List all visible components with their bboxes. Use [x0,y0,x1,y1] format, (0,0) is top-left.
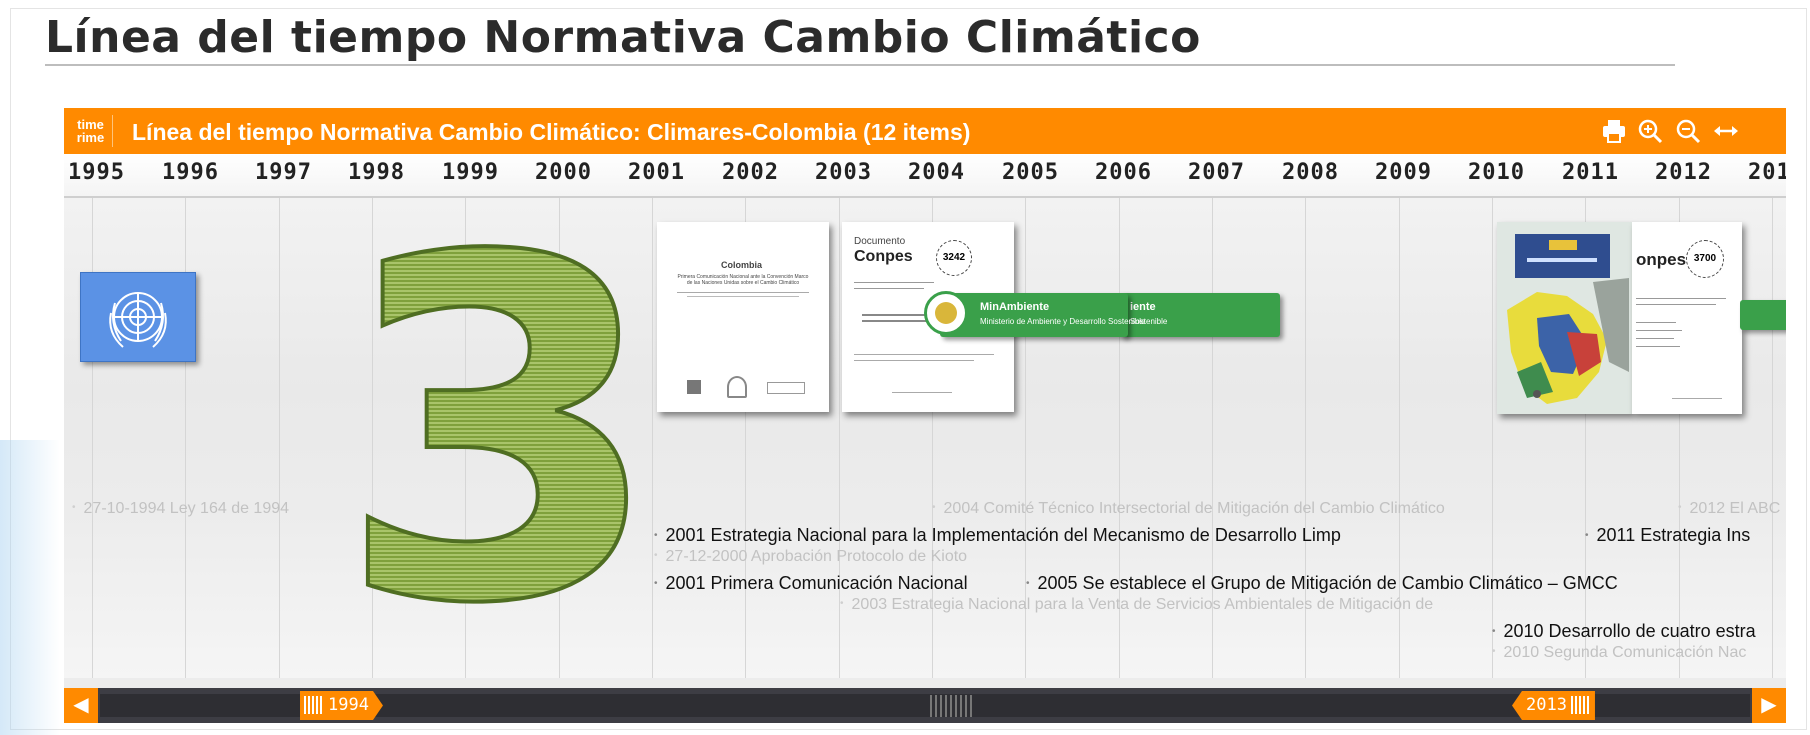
doc-rule [854,360,974,361]
doc-rule [854,282,934,283]
chevron-right-icon[interactable]: ▶ [1752,688,1786,723]
page-title: Línea del tiempo Normativa Cambio Climát… [45,12,1201,63]
timeline-scroller[interactable]: ◀ 1994 2013 ▶ [64,688,1786,723]
timeline-event[interactable]: 2011 Estrategia Ins [1585,525,1751,546]
doc-rule [1636,298,1726,299]
doc-brand: onpes [1636,250,1687,269]
timeline-event[interactable]: 2003 Estrategia Nacional para la Venta d… [840,596,1434,614]
banner-title: MinAmbiente [980,301,1050,313]
gridline [279,198,280,678]
year-label: 1996 [162,160,219,185]
doc-title: Colombia [721,260,763,270]
timeline-event[interactable]: 2005 Se establece el Grupo de Mitigación… [1026,573,1618,594]
year-label: 2008 [1282,160,1339,185]
year-label: 2009 [1375,160,1432,185]
gridline [652,198,653,678]
year-label: 1998 [348,160,405,185]
year-label: 201 [1748,160,1786,185]
slide-number-3: 3 [350,200,650,620]
year-label: 2011 [1562,160,1619,185]
minambiente-banner-3[interactable] [1740,300,1786,330]
year-ruler: 1995 1996 1997 1998 1999 2000 2001 2002 … [64,154,1786,198]
minambiente-banner[interactable]: MinAmbiente Ministerio de Ambiente y Des… [924,291,1145,337]
doc-rule [677,292,809,293]
year-label: 1995 [68,160,125,185]
timeline-title: Línea del tiempo Normativa Cambio Climát… [132,119,971,145]
year-label: 2006 [1095,160,1152,185]
timeline-event[interactable]: 2010 Segunda Comunicación Nac [1492,644,1747,662]
year-label: 2002 [722,160,779,185]
timeline-event[interactable]: 2012 El ABC [1678,500,1781,518]
timeline-widget: time rime Línea del tiempo Normativa Cam… [64,108,1786,723]
timeline-event[interactable]: 2010 Desarrollo de cuatro estra [1492,621,1756,642]
gridline [92,198,93,678]
chevron-left-icon[interactable]: ◀ [64,688,98,723]
doc-rule [892,392,952,393]
edge-glow [0,440,60,735]
range-drag-grip[interactable] [930,695,974,717]
banner-title: iente [1130,301,1156,313]
timeline-event[interactable]: 27-10-1994 Ley 164 de 1994 [72,500,290,518]
document-thumbnail-conpes-3700[interactable]: onpes 3700 [1632,222,1742,414]
timeline-event[interactable]: 2001 Primera Comunicación Nacional [654,573,968,594]
minambiente-banner-2[interactable]: iente Sostenible [1120,293,1280,337]
doc-rule [1636,322,1676,323]
doc-rule [1636,330,1682,331]
range-start-label: 1994 [328,695,369,715]
doc-rule [1636,304,1716,305]
year-label: 2003 [815,160,872,185]
doc-header: Documento [854,236,906,247]
banner-subtitle: Ministerio de Ambiente y Desarrollo Sost… [980,317,1146,326]
big-number-text: 3 [350,200,650,620]
zoom-in-icon[interactable] [1634,115,1666,147]
title-rule [45,64,1675,66]
timeline-event[interactable]: 2001 Estrategia Nacional para la Impleme… [654,525,1341,546]
timerime-logo: time rime [69,115,113,147]
zoom-out-icon[interactable] [1672,115,1704,147]
colombia-map-icon [1497,222,1632,414]
year-label: 2004 [908,160,965,185]
range-end-handle[interactable]: 2013 [1512,691,1595,720]
document-thumbnail-estrategia-map[interactable] [1497,222,1632,414]
doc-logo [767,382,805,394]
year-label: 1999 [442,160,499,185]
doc-brand: Conpes [854,248,913,265]
timeline-event[interactable]: 27-12-2000 Aprobación Protocolo de Kioto [654,548,968,566]
grip-icon [304,696,324,714]
year-label: 1997 [255,160,312,185]
year-label: 2001 [628,160,685,185]
doc-logo [727,376,747,398]
doc-rule [1636,338,1674,339]
doc-subtitle: Primera Comunicación Nacional ante la Co… [677,274,809,286]
fit-width-icon[interactable] [1710,115,1742,147]
doc-number-seal: 3700 [1686,240,1724,278]
doc-rule [1636,346,1680,347]
doc-rule [854,354,994,355]
print-icon[interactable] [1598,115,1630,147]
year-label: 2000 [535,160,592,185]
gridline [1492,198,1493,678]
doc-rule [854,288,924,289]
doc-number-seal: 3242 [936,240,972,276]
year-label: 2012 [1655,160,1712,185]
year-label: 2010 [1468,160,1525,185]
gridline [1772,198,1773,678]
logo-line-2: rime [76,130,105,145]
year-label: 2005 [1002,160,1059,185]
grip-icon [1570,696,1591,714]
timeline-toolbar: time rime Línea del tiempo Normativa Cam… [64,108,1786,154]
doc-logo [687,380,701,394]
year-label: 2007 [1188,160,1245,185]
range-end-label: 2013 [1526,695,1567,715]
colombia-seal-icon [924,291,968,335]
range-start-handle[interactable]: 1994 [300,691,383,720]
gridline [185,198,186,678]
doc-rule [1672,398,1722,399]
document-thumbnail-comunicacion[interactable]: Colombia Primera Comunicación Nacional a… [657,222,829,412]
un-emblem-icon[interactable] [80,272,196,362]
timeline-event[interactable]: 2004 Comité Técnico Intersectorial de Mi… [932,500,1445,518]
doc-rule [687,296,799,297]
